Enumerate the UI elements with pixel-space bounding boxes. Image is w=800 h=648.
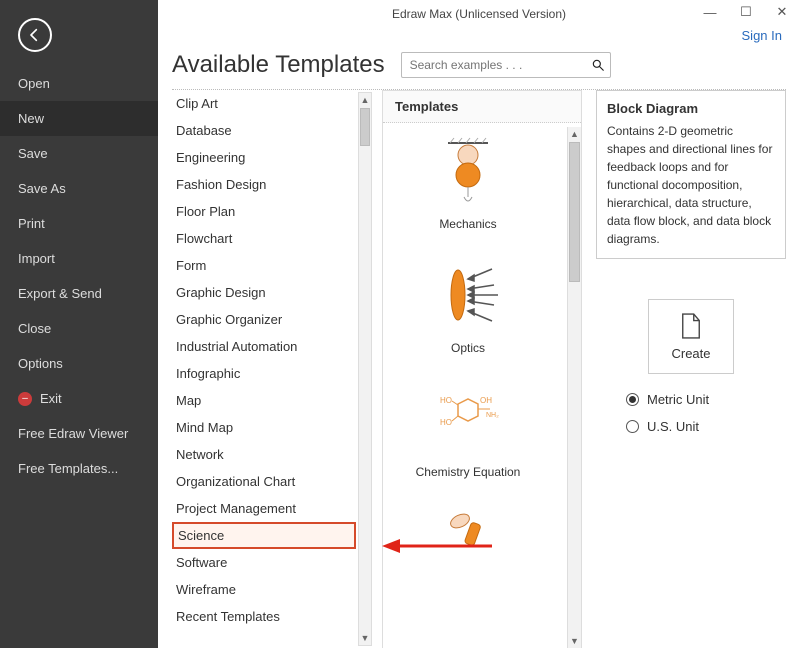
exit-label: Exit xyxy=(40,391,62,406)
svg-text:HO: HO xyxy=(440,418,452,427)
scroll-down-icon[interactable]: ▼ xyxy=(359,631,371,645)
sidebar-item-new[interactable]: New xyxy=(0,101,158,136)
unit-group: Metric Unit U.S. Unit xyxy=(596,392,786,434)
radio-metric-unit[interactable]: Metric Unit xyxy=(626,392,786,407)
close-window-button[interactable]: ✕ xyxy=(764,0,800,24)
sidebar-item-import[interactable]: Import xyxy=(0,241,158,276)
maximize-button[interactable]: ☐ xyxy=(728,0,764,24)
back-button[interactable] xyxy=(18,18,52,52)
microscope-icon xyxy=(428,503,508,583)
svg-text:OH: OH xyxy=(480,396,492,405)
category-item[interactable]: Database xyxy=(172,117,356,144)
templates-scrollbar[interactable]: ▲ ▼ xyxy=(567,127,581,648)
search-input[interactable] xyxy=(402,58,586,72)
document-icon xyxy=(680,312,702,340)
template-label: Optics xyxy=(451,341,485,355)
category-item[interactable]: Form xyxy=(172,252,356,279)
template-label: Mechanics xyxy=(439,217,496,231)
template-partial[interactable] xyxy=(428,503,508,583)
create-button[interactable]: Create xyxy=(648,299,733,374)
sidebar-item-exit[interactable]: – Exit xyxy=(0,381,158,416)
file-sidebar: Open New Save Save As Print Import Expor… xyxy=(0,0,158,648)
category-item[interactable]: Organizational Chart xyxy=(172,468,356,495)
arrow-left-icon xyxy=(27,27,43,43)
info-description: Contains 2-D geometric shapes and direct… xyxy=(607,122,775,248)
category-scrollbar[interactable]: ▲ ▼ xyxy=(358,92,372,646)
category-item[interactable]: Flowchart xyxy=(172,225,356,252)
mechanics-icon xyxy=(428,131,508,211)
template-label: Chemistry Equation xyxy=(416,465,521,479)
sidebar-item-open[interactable]: Open xyxy=(0,66,158,101)
category-item[interactable]: Software xyxy=(172,549,356,576)
template-chemistry[interactable]: HO HO OH NH₂ Chemistry Equation xyxy=(416,379,521,479)
scroll-thumb[interactable] xyxy=(360,108,370,146)
template-mechanics[interactable]: Mechanics xyxy=(428,131,508,231)
sidebar-item-export-send[interactable]: Export & Send xyxy=(0,276,158,311)
radio-on-icon xyxy=(626,393,639,406)
sidebar-item-options[interactable]: Options xyxy=(0,346,158,381)
category-item[interactable]: Network xyxy=(172,441,356,468)
category-item[interactable]: Graphic Design xyxy=(172,279,356,306)
sign-in-link[interactable]: Sign In xyxy=(742,28,782,43)
category-panel: Clip ArtDatabaseEngineeringFashion Desig… xyxy=(172,90,372,648)
category-item[interactable]: Recent Templates xyxy=(172,603,356,630)
search-icon[interactable] xyxy=(586,58,610,72)
category-item[interactable]: Mind Map xyxy=(172,414,356,441)
detail-panel: Block Diagram Contains 2-D geometric sha… xyxy=(596,90,786,648)
template-optics[interactable]: Optics xyxy=(428,255,508,355)
info-title: Block Diagram xyxy=(607,101,775,116)
radio-us-unit[interactable]: U.S. Unit xyxy=(626,419,786,434)
category-item[interactable]: Floor Plan xyxy=(172,198,356,225)
category-item[interactable]: Clip Art xyxy=(172,90,356,117)
svg-text:NH₂: NH₂ xyxy=(486,412,499,419)
info-box: Block Diagram Contains 2-D geometric sha… xyxy=(596,90,786,259)
main-area: Edraw Max (Unlicensed Version) — ☐ ✕ Sig… xyxy=(158,0,800,648)
sidebar-item-print[interactable]: Print xyxy=(0,206,158,241)
category-item[interactable]: Infographic xyxy=(172,360,356,387)
radio-off-icon xyxy=(626,420,639,433)
templates-panel: Templates Mechanics Optics HOHOOHNH xyxy=(382,90,582,648)
sidebar-item-free-templates[interactable]: Free Templates... xyxy=(0,451,158,486)
category-item[interactable]: Map xyxy=(172,387,356,414)
radio-label: Metric Unit xyxy=(647,392,709,407)
category-item[interactable]: Graphic Organizer xyxy=(172,306,356,333)
scroll-thumb[interactable] xyxy=(569,142,580,282)
scroll-up-icon[interactable]: ▲ xyxy=(568,127,581,141)
category-item[interactable]: Wireframe xyxy=(172,576,356,603)
templates-header: Templates xyxy=(383,91,581,123)
page-title: Available Templates xyxy=(172,51,385,79)
optics-icon xyxy=(428,255,508,335)
exit-icon: – xyxy=(18,392,32,406)
sidebar-item-save[interactable]: Save xyxy=(0,136,158,171)
radio-label: U.S. Unit xyxy=(647,419,699,434)
svg-text:HO: HO xyxy=(440,396,452,405)
sidebar-item-save-as[interactable]: Save As xyxy=(0,171,158,206)
category-item[interactable]: Science xyxy=(172,522,356,549)
category-item[interactable]: Industrial Automation xyxy=(172,333,356,360)
category-item[interactable]: Engineering xyxy=(172,144,356,171)
titlebar: Edraw Max (Unlicensed Version) — ☐ ✕ xyxy=(158,0,800,28)
create-label: Create xyxy=(671,346,710,361)
chemistry-icon: HO HO OH NH₂ xyxy=(428,379,508,459)
sidebar-item-free-viewer[interactable]: Free Edraw Viewer xyxy=(0,416,158,451)
scroll-up-icon[interactable]: ▲ xyxy=(359,93,371,107)
category-item[interactable]: Fashion Design xyxy=(172,171,356,198)
minimize-button[interactable]: — xyxy=(692,0,728,24)
search-box[interactable] xyxy=(401,52,611,78)
sidebar-item-close[interactable]: Close xyxy=(0,311,158,346)
window-title: Edraw Max (Unlicensed Version) xyxy=(392,7,566,21)
category-item[interactable]: Project Management xyxy=(172,495,356,522)
scroll-down-icon[interactable]: ▼ xyxy=(568,634,581,648)
